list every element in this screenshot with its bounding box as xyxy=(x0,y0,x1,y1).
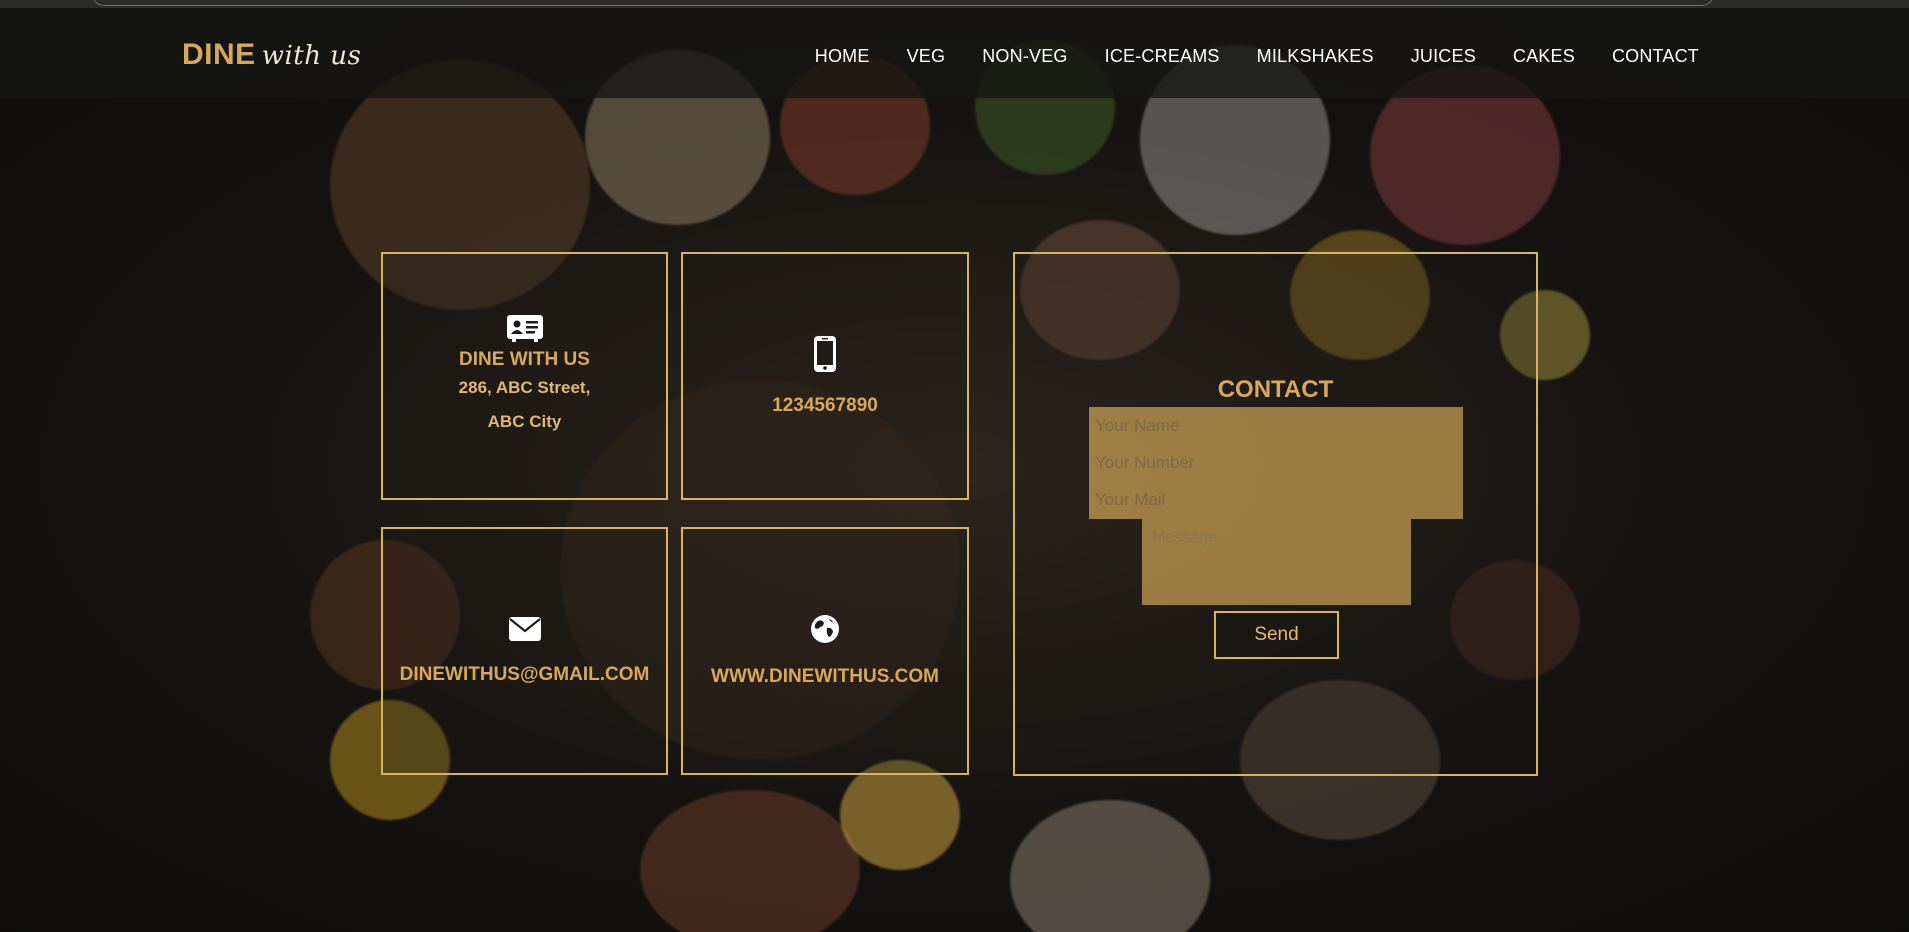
logo-script-text: with us xyxy=(261,41,362,71)
name-input[interactable] xyxy=(1089,407,1463,444)
nav-ice-creams[interactable]: ICE-CREAMS xyxy=(1105,46,1220,67)
nav-non-veg[interactable]: NON-VEG xyxy=(982,46,1067,67)
nav-contact[interactable]: CONTACT xyxy=(1612,46,1699,67)
contact-card-icon xyxy=(506,313,544,343)
top-navbar: DINE with us HOME VEG NON-VEG ICE-CREAMS … xyxy=(0,8,1909,98)
nav-juices[interactable]: JUICES xyxy=(1411,46,1476,67)
contact-form-title: CONTACT xyxy=(1217,376,1334,403)
logo-bold-text: DINE xyxy=(182,38,256,71)
contact-form-panel: CONTACT Send xyxy=(1013,252,1538,776)
envelope-icon xyxy=(508,616,542,642)
website-url[interactable]: WWW.DINEWITHUS.COM xyxy=(711,666,939,688)
nav-milkshakes[interactable]: MILKSHAKES xyxy=(1257,46,1374,67)
url-field[interactable] xyxy=(92,0,1714,6)
phone-number: 1234567890 xyxy=(772,395,878,416)
address-card: DINE WITH US 286, ABC Street, ABC City xyxy=(381,252,668,500)
website-card: WWW.DINEWITHUS.COM xyxy=(681,527,969,775)
send-button[interactable]: Send xyxy=(1214,611,1339,659)
address-line-2: ABC City xyxy=(487,412,562,431)
nav-menu: HOME VEG NON-VEG ICE-CREAMS MILKSHAKES J… xyxy=(815,46,1699,67)
browser-address-bar xyxy=(0,0,1909,8)
nav-veg[interactable]: VEG xyxy=(907,46,946,67)
nav-home[interactable]: HOME xyxy=(815,46,870,67)
phone-card: 1234567890 xyxy=(681,252,969,500)
number-input[interactable] xyxy=(1089,444,1463,481)
nav-cakes[interactable]: CAKES xyxy=(1513,46,1575,67)
email-card: DINEWITHUS@GMAIL.COM xyxy=(381,527,668,775)
address-title: DINE WITH US xyxy=(459,349,590,370)
mail-input[interactable] xyxy=(1089,481,1463,518)
message-textarea[interactable] xyxy=(1142,519,1411,605)
address-line-1: 286, ABC Street, xyxy=(458,378,591,397)
email-address[interactable]: DINEWITHUS@GMAIL.COM xyxy=(400,664,650,686)
contact-fields xyxy=(1089,407,1463,519)
globe-icon xyxy=(810,614,840,644)
site-logo[interactable]: DINE with us xyxy=(182,38,361,72)
phone-icon xyxy=(813,335,837,373)
